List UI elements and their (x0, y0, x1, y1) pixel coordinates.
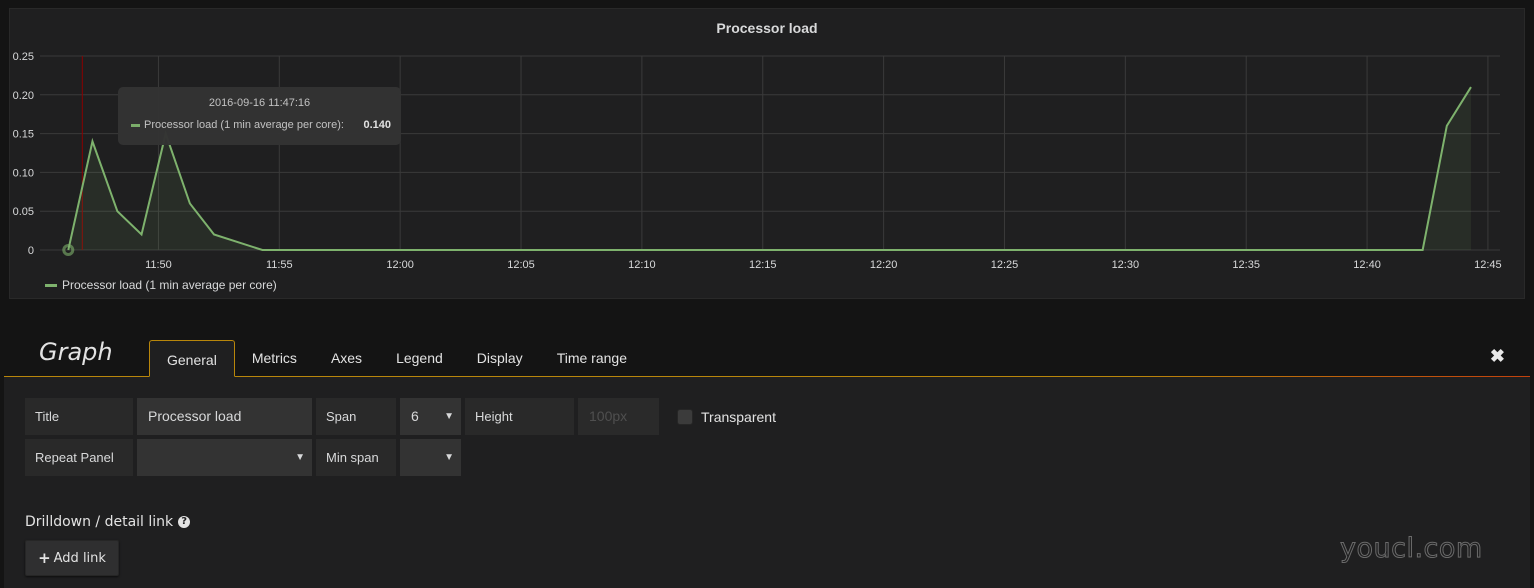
x-tick-label: 12:25 (991, 259, 1019, 271)
y-tick-label: 0 (28, 245, 34, 257)
close-icon[interactable]: ✖ (1490, 346, 1505, 367)
legend-item-label[interactable]: Processor load (1 min average per core) (62, 278, 277, 292)
title-label: Title (25, 398, 133, 435)
legend: Processor load (1 min average per core) (45, 278, 277, 292)
y-tick-label: 0.10 (13, 167, 34, 179)
min-span-select[interactable]: ▼ (400, 439, 461, 476)
x-tick-label: 12:15 (749, 259, 777, 271)
tab-display[interactable]: Display (460, 340, 540, 376)
x-tick-label: 12:00 (386, 259, 414, 271)
editor-title: Graph (39, 338, 113, 366)
form-row-repeat: Repeat Panel ▼ Min span ▼ (25, 439, 465, 476)
watermark: youcl.com (1340, 533, 1483, 565)
tab-legend[interactable]: Legend (379, 340, 460, 376)
y-tick-label: 0.05 (13, 206, 34, 218)
chevron-down-icon: ▼ (444, 411, 454, 422)
x-tick-label: 12:10 (628, 259, 656, 271)
editor-tabs: General Metrics Axes Legend Display Time… (149, 340, 644, 377)
repeat-panel-label: Repeat Panel (25, 439, 133, 476)
legend-swatch (45, 283, 57, 287)
tab-metrics[interactable]: Metrics (235, 340, 314, 376)
height-label: Height (465, 398, 574, 435)
form-row-general: Title Processor load Span 6 ▼ Height 100… (25, 398, 776, 435)
editor-header: Graph General Metrics Axes Legend Displa… (4, 338, 1530, 377)
tab-axes[interactable]: Axes (314, 340, 379, 376)
y-tick-label: 0.15 (13, 129, 34, 141)
x-tick-label: 12:40 (1353, 259, 1381, 271)
help-icon[interactable]: ? (178, 516, 191, 528)
tab-general[interactable]: General (149, 340, 235, 377)
tooltip-series-label: Processor load (1 min average per core): (144, 119, 344, 131)
transparent-checkbox[interactable] (677, 408, 693, 425)
span-value: 6 (411, 408, 419, 424)
y-tick-label: 0.20 (13, 90, 34, 102)
tooltip-time: 2016-09-16 11:47:16 (208, 97, 311, 109)
add-link-button[interactable]: + Add link (25, 540, 119, 576)
x-tick-label: 12:45 (1474, 259, 1502, 271)
repeat-panel-select[interactable]: ▼ (137, 439, 312, 476)
x-tick-label: 11:55 (266, 259, 293, 271)
transparent-toggle[interactable]: Transparent (677, 398, 776, 435)
x-tick-label: 12:30 (1112, 259, 1140, 271)
transparent-label: Transparent (701, 408, 776, 425)
x-tick-label: 12:05 (507, 259, 535, 271)
graph-panel: Processor load 0 0.05 0.10 0.15 0.20 0.25 11:5… (9, 8, 1525, 299)
x-tick-label: 12:35 (1232, 259, 1260, 271)
drilldown-title: Drilldown / detail link (25, 514, 174, 530)
editor-body: Title Processor load Span 6 ▼ Height 100… (4, 377, 1530, 588)
add-link-label: Add link (53, 550, 106, 566)
chevron-down-icon: ▼ (444, 452, 454, 463)
span-label: Span (316, 398, 396, 435)
chart-tooltip: 2016-09-16 11:47:16 Processor load (1 mi… (118, 87, 401, 145)
plus-icon: + (38, 549, 51, 567)
processor-load-chart[interactable]: 0 0.05 0.10 0.15 0.20 0.25 11:50 11:55 12:00 12:0… (10, 9, 1526, 300)
height-input[interactable]: 100px (578, 398, 659, 435)
chevron-down-icon: ▼ (295, 452, 305, 463)
title-input[interactable]: Processor load (137, 398, 312, 435)
tooltip-row: Processor load (1 min average per core):… (131, 119, 391, 131)
min-span-label: Min span (316, 439, 396, 476)
y-tick-label: 0.25 (13, 51, 34, 63)
x-tick-label: 11:50 (145, 259, 172, 271)
tooltip-value: 0.140 (363, 119, 391, 131)
span-select[interactable]: 6 ▼ (400, 398, 461, 435)
drilldown-section-title: Drilldown / detail link ? (25, 514, 191, 530)
tab-time-range[interactable]: Time range (540, 340, 644, 376)
tooltip-swatch (131, 123, 140, 127)
x-tick-label: 12:20 (870, 259, 898, 271)
